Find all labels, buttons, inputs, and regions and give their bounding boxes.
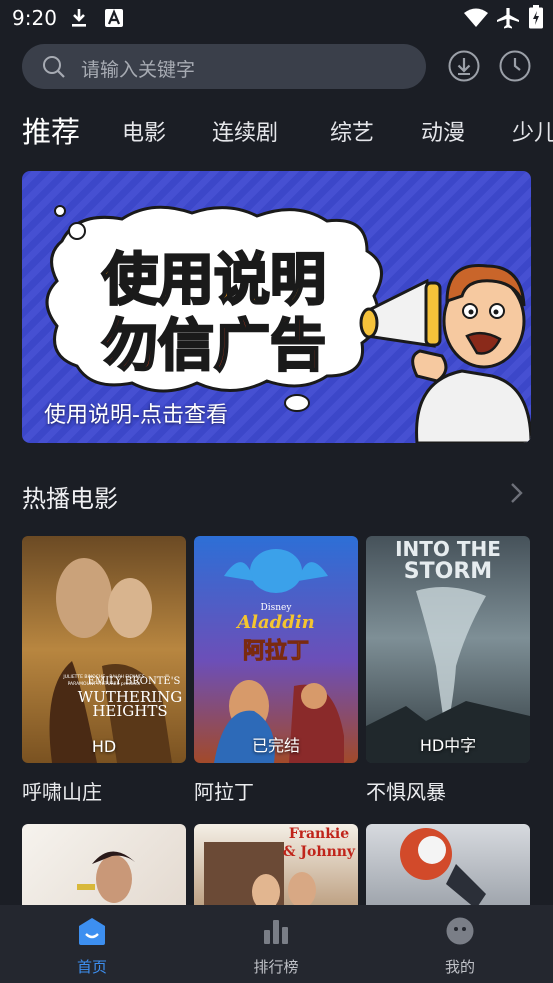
profile-face-icon bbox=[446, 917, 474, 945]
movie-poster[interactable]: JULIETTE BINOCHE · RALPH FIENNES PARAMOU… bbox=[22, 536, 186, 763]
section-title: 热播电影 bbox=[22, 485, 118, 513]
tab-movies[interactable]: 电影 bbox=[122, 115, 166, 147]
nav-home[interactable]: 首页 bbox=[32, 905, 152, 983]
nav-profile[interactable]: 我的 bbox=[400, 905, 520, 983]
poster-art: Frankie & Johnny bbox=[204, 826, 356, 914]
movie-title[interactable]: 阿拉丁 bbox=[194, 776, 358, 805]
banner-caption: 使用说明-点击查看 bbox=[44, 403, 228, 428]
wifi-icon bbox=[464, 8, 488, 27]
category-tabs: 推荐 电影 连续剧 综艺 动漫 少儿 bbox=[0, 105, 553, 155]
download-icon bbox=[72, 9, 86, 27]
movie-card[interactable]: JULIETTE BINOCHE · RALPH FIENNES PARAMOU… bbox=[22, 536, 186, 805]
chevron-right-icon[interactable] bbox=[506, 480, 526, 506]
movie-poster[interactable]: INTO THE STORM HD中字 bbox=[366, 536, 530, 763]
movie-poster[interactable]: Disney Aladdin 阿拉丁 已完结 bbox=[194, 536, 358, 763]
nav-label: 首页 bbox=[76, 958, 107, 976]
poster-text: & Johnny bbox=[283, 844, 356, 860]
nav-label: 排行榜 bbox=[253, 958, 299, 976]
movie-card[interactable]: INTO THE STORM HD中字 不惧风暴 bbox=[366, 536, 530, 805]
quality-badge: HD bbox=[91, 737, 117, 756]
history-clock-icon[interactable] bbox=[499, 50, 531, 82]
app-screen: 9:20 请输入关键字 推荐 电影 连续剧 综艺 动漫 少儿 使用说明 勿信广告… bbox=[0, 0, 553, 983]
status-badge: 已完结 bbox=[251, 736, 300, 755]
font-a-icon bbox=[105, 9, 123, 27]
status-bar: 9:20 bbox=[0, 0, 553, 38]
tab-kids[interactable]: 少儿 bbox=[512, 115, 553, 147]
poster-art bbox=[400, 828, 486, 909]
movie-title[interactable]: 不惧风暴 bbox=[366, 776, 530, 805]
status-time: 9:20 bbox=[12, 6, 57, 30]
banner-headline-2: 勿信广告 bbox=[102, 314, 326, 379]
tab-variety[interactable]: 综艺 bbox=[330, 115, 374, 147]
chart-bar-icon bbox=[264, 920, 288, 944]
poster-line: HEIGHTS bbox=[92, 702, 167, 720]
bottom-navigation: 首页 排行榜 我的 bbox=[0, 905, 553, 983]
movie-poster[interactable] bbox=[22, 824, 186, 914]
banner-carousel[interactable]: 使用说明 勿信广告 使用说明-点击查看 bbox=[22, 171, 531, 443]
quality-badge: HD中字 bbox=[419, 736, 477, 755]
airplane-icon bbox=[497, 8, 519, 29]
search-placeholder: 请输入关键字 bbox=[81, 59, 196, 81]
movie-card[interactable]: Disney Aladdin 阿拉丁 已完结 阿拉丁 bbox=[194, 536, 358, 805]
nav-label: 我的 bbox=[444, 958, 475, 976]
poster-cn: 阿拉丁 bbox=[243, 638, 309, 664]
poster-script: Aladdin bbox=[235, 612, 315, 633]
search-input[interactable]: 请输入关键字 bbox=[22, 44, 426, 89]
poster-art: INTO THE STORM bbox=[366, 536, 530, 763]
tab-anime[interactable]: 动漫 bbox=[421, 115, 465, 147]
battery-charging-icon bbox=[529, 5, 543, 29]
tab-recommend[interactable]: 推荐 bbox=[22, 109, 80, 151]
banner-headline-1: 使用说明 bbox=[102, 248, 326, 313]
poster-text: Frankie bbox=[289, 826, 349, 842]
poster-line: STORM bbox=[404, 559, 492, 584]
poster-line: EMILY BRONTË'S bbox=[88, 675, 181, 687]
movie-poster[interactable] bbox=[366, 824, 530, 914]
download-circle-icon[interactable] bbox=[448, 50, 480, 82]
poster-art bbox=[77, 851, 137, 903]
movie-poster[interactable]: Frankie & Johnny bbox=[194, 824, 358, 914]
poster-line: INTO THE bbox=[395, 537, 501, 561]
movie-title[interactable]: 呼啸山庄 bbox=[22, 776, 186, 805]
search-icon bbox=[43, 56, 65, 78]
nav-ranking[interactable]: 排行榜 bbox=[216, 905, 336, 983]
poster-art: Disney Aladdin 阿拉丁 bbox=[194, 536, 358, 763]
home-icon bbox=[79, 918, 105, 945]
poster-art: JULIETTE BINOCHE · RALPH FIENNES PARAMOU… bbox=[22, 536, 186, 763]
tab-series[interactable]: 连续剧 bbox=[212, 115, 278, 147]
